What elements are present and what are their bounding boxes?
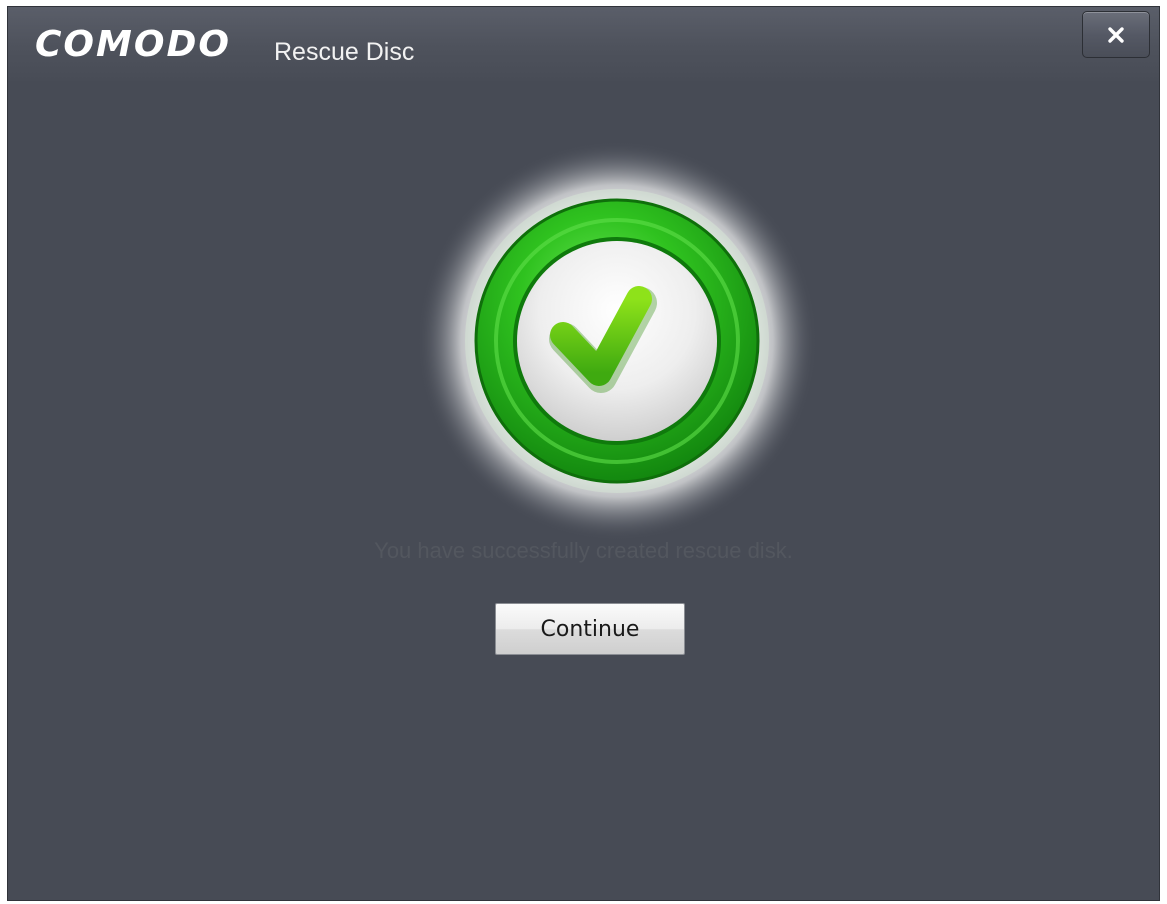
main-content: You have successfully created rescue dis… xyxy=(8,81,1159,900)
success-checkmark-icon xyxy=(417,141,817,541)
success-message: You have successfully created rescue dis… xyxy=(374,538,793,563)
comodo-logo: COMODO xyxy=(35,24,231,65)
continue-button[interactable]: Continue xyxy=(495,603,685,655)
close-icon xyxy=(1108,26,1124,43)
success-badge xyxy=(417,141,817,541)
window-title: Rescue Disc xyxy=(274,38,415,66)
rescue-disc-window: COMODO Rescue Disc You have successfully… xyxy=(7,6,1160,901)
title-bar: COMODO Rescue Disc xyxy=(8,7,1159,81)
close-button[interactable] xyxy=(1082,11,1150,58)
